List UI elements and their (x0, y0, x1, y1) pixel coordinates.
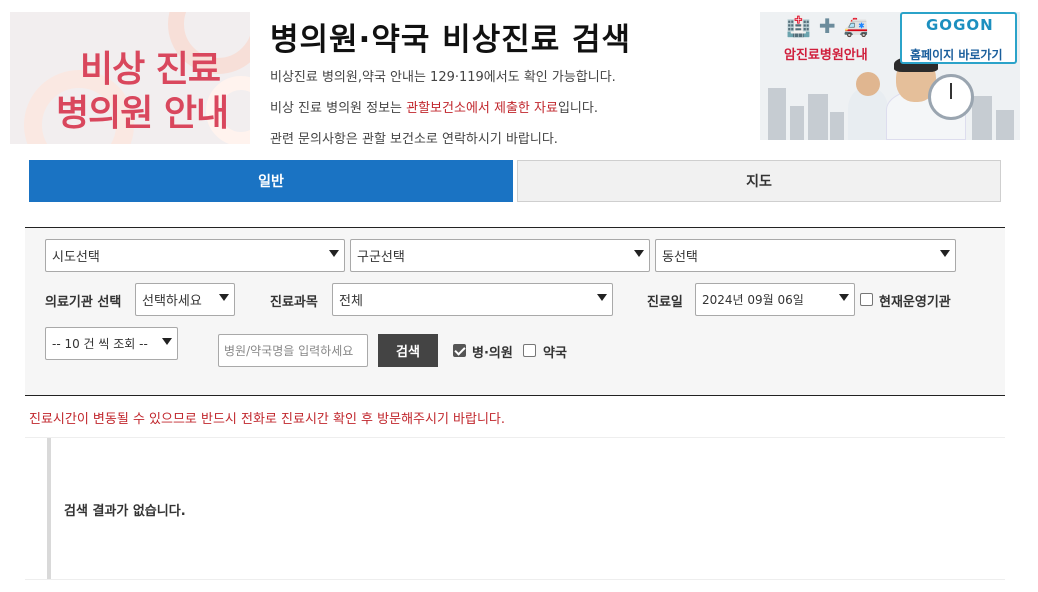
info-line-2-highlight: 관할보건소에서 제출한 자료 (406, 101, 558, 116)
hospital-checkbox-label: 병·의원 (472, 346, 513, 361)
homepage-link[interactable]: 홈페이지 바로가기 (910, 46, 1003, 63)
chevron-down-icon (634, 250, 644, 257)
building-graphic (996, 110, 1014, 140)
divider (25, 579, 1005, 580)
hospital-building-icon: 🏥 (786, 14, 819, 38)
gogon-logo: GOGON (926, 16, 994, 34)
org-type-label: 의료기관 선택 (45, 295, 122, 310)
chevron-down-icon (940, 250, 950, 257)
tab-general[interactable]: 일반 (29, 160, 513, 202)
org-type-select-value: 선택하세요 (142, 294, 202, 309)
results-area: 검색 결과가 없습니다. (47, 438, 1005, 579)
cancer-hospital-banner[interactable]: 🏥✚🚑 암진료병원안내 GOGON 홈페이지 바로가기 (760, 12, 1020, 140)
department-select[interactable]: 전체 (332, 283, 613, 316)
name-search-placeholder: 병원/약국명을 입력하세요 (224, 344, 354, 358)
chevron-down-icon (597, 294, 607, 301)
open-now-checkbox[interactable] (860, 293, 873, 306)
chevron-down-icon (219, 294, 229, 301)
info-line-1: 비상진료 병의원,약국 안내는 129·119에서도 확인 가능합니다. (270, 70, 616, 85)
name-search-input[interactable]: 병원/약국명을 입력하세요 (218, 334, 368, 367)
clock-icon (928, 74, 974, 120)
search-panel: 시도선택 구군선택 동선택 의료기관 선택 선택하세요 진료과목 전체 진료일 … (25, 227, 1005, 396)
pharmacy-checkbox-label: 약국 (543, 346, 567, 361)
pharmacy-checkbox[interactable] (523, 344, 536, 357)
dong-select-value: 동선택 (662, 250, 698, 265)
hospital-checkbox[interactable] (453, 344, 466, 357)
date-select[interactable]: 2024년 09월 06일 (695, 283, 855, 316)
chevron-down-icon (329, 250, 339, 257)
sido-select[interactable]: 시도선택 (45, 239, 345, 272)
medical-icons: 🏥✚🚑 (786, 14, 877, 38)
notice-text: 진료시간이 변동될 수 있으므로 반드시 전화로 진료시간 확인 후 방문해주시… (29, 412, 506, 427)
logo-text-line2: 병의원 안내 (56, 93, 229, 134)
page-size-select[interactable]: -- 10 건 씩 조회 -- (45, 327, 178, 360)
sido-select-value: 시도선택 (52, 250, 100, 265)
building-graphic (972, 96, 992, 140)
dong-select[interactable]: 동선택 (655, 239, 956, 272)
page-title: 병의원·약국 비상진료 검색 (270, 22, 632, 58)
info-line-3: 관련 문의사항은 관할 보건소로 연락하시기 바랍니다. (270, 132, 558, 147)
pharmacy-icon: ✚ (818, 14, 844, 38)
empty-result-message: 검색 결과가 없습니다. (64, 504, 186, 519)
org-type-select[interactable]: 선택하세요 (135, 283, 235, 316)
page-size-select-value: -- 10 건 씩 조회 -- (52, 337, 148, 351)
open-now-label: 현재운영기관 (879, 295, 951, 310)
building-graphic (830, 112, 844, 140)
emergency-care-logo: 비상 진료 병의원 안내 (10, 12, 250, 144)
ambulance-icon: 🚑 (843, 14, 877, 38)
chevron-down-icon (162, 338, 172, 345)
date-select-value: 2024년 09월 06일 (702, 293, 804, 307)
department-select-value: 전체 (339, 294, 363, 309)
building-graphic (768, 88, 786, 140)
building-graphic (790, 106, 804, 140)
info-line-2-pre: 비상 진료 병의원 정보는 (270, 101, 407, 116)
department-label: 진료과목 (270, 295, 318, 310)
date-label: 진료일 (647, 295, 683, 310)
tab-map[interactable]: 지도 (517, 160, 1001, 202)
gugun-select[interactable]: 구군선택 (350, 239, 650, 272)
search-button[interactable]: 검색 (378, 334, 438, 367)
building-graphic (808, 94, 828, 140)
gugun-select-value: 구군선택 (357, 250, 405, 265)
info-line-2-post: 입니다. (557, 101, 598, 116)
cancer-hospital-link[interactable]: 암진료병원안내 (784, 44, 868, 63)
info-line-2: 비상 진료 병의원 정보는 관할보건소에서 제출한 자료입니다. (270, 97, 598, 116)
homepage-card[interactable]: GOGON 홈페이지 바로가기 (900, 12, 1017, 64)
doctor-head (856, 72, 880, 96)
chevron-down-icon (839, 294, 849, 301)
